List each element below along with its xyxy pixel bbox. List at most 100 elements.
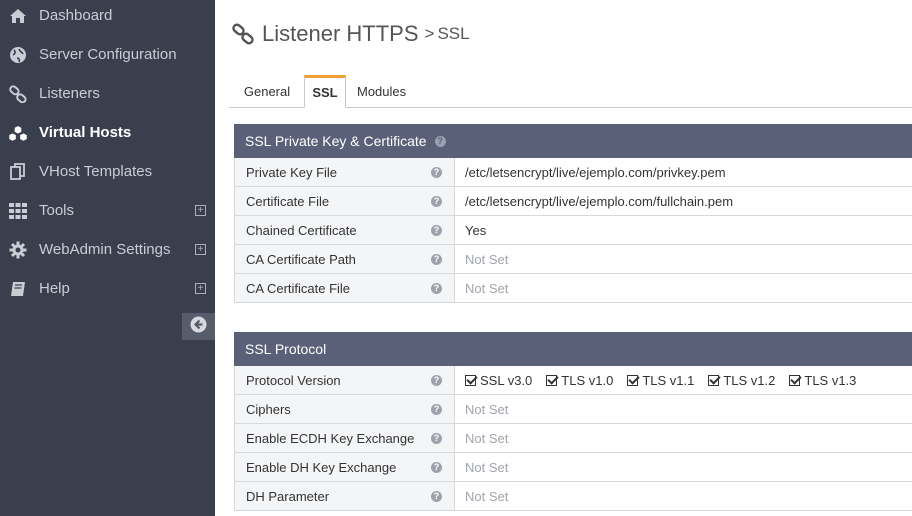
checkbox-checked-icon	[465, 374, 476, 386]
help-icon[interactable]: ?	[431, 166, 442, 178]
help-icon[interactable]: ?	[431, 461, 442, 473]
home-icon	[8, 6, 28, 26]
table-row: Chained Certificate? Yes	[234, 216, 912, 245]
panel-header: SSL Protocol	[234, 332, 912, 366]
ssl-protocol-panel: SSL Protocol Protocol Version? SSL v3.0 …	[234, 332, 912, 511]
sidebar-item-label: Help	[39, 280, 70, 297]
sidebar-item-tools[interactable]: Tools +	[0, 191, 215, 230]
help-icon[interactable]: ?	[431, 253, 442, 265]
sidebar-item-vhost-templates[interactable]: VHost Templates	[0, 152, 215, 191]
table-row: Enable DH Key Exchange? Not Set	[234, 453, 912, 482]
arrow-left-circle-icon	[190, 316, 207, 338]
sidebar: Dashboard Server Configuration Listeners…	[0, 0, 215, 516]
table-row: Certificate File? /etc/letsencrypt/live/…	[234, 187, 912, 216]
sidebar-item-label: VHost Templates	[39, 163, 153, 180]
table-row: Private Key File? /etc/letsencrypt/live/…	[234, 158, 912, 187]
protocol-label: TLS v1.3	[804, 372, 857, 388]
protocol-label: TLS v1.1	[642, 372, 695, 388]
field-label: Ciphers	[246, 401, 291, 417]
field-value: Not Set	[465, 280, 509, 296]
sidebar-item-dashboard[interactable]: Dashboard	[0, 0, 215, 35]
help-icon[interactable]: ?	[431, 224, 442, 236]
expand-icon[interactable]: +	[195, 205, 206, 216]
field-label: DH Parameter	[246, 488, 330, 504]
main-content: Listener HTTPS > SSL General SSL Modules…	[215, 0, 912, 516]
help-icon[interactable]: ?	[431, 403, 442, 415]
sidebar-item-label: Tools	[39, 202, 75, 219]
help-icon[interactable]: ?	[431, 374, 442, 386]
protocol-checkbox: TLS v1.2	[708, 373, 775, 388]
sidebar-item-server-configuration[interactable]: Server Configuration	[0, 35, 215, 74]
link-icon	[8, 84, 28, 104]
tab-general[interactable]: General	[229, 75, 305, 108]
gear-icon	[8, 240, 28, 260]
field-value: Not Set	[465, 459, 509, 475]
protocol-checkbox: TLS v1.1	[627, 373, 694, 388]
table-row: Enable ECDH Key Exchange? Not Set	[234, 424, 912, 453]
tab-bar: General SSL Modules	[229, 75, 912, 108]
sidebar-item-webadmin-settings[interactable]: WebAdmin Settings +	[0, 230, 215, 269]
panel-title: SSL Protocol	[245, 341, 327, 357]
field-value: Not Set	[465, 401, 509, 417]
panel-header: SSL Private Key & Certificate ?	[234, 124, 912, 158]
breadcrumb-separator: >	[424, 24, 435, 43]
tab-ssl[interactable]: SSL	[304, 75, 346, 108]
page-title: Listener HTTPS > SSL	[232, 20, 470, 48]
help-icon[interactable]: ?	[431, 195, 442, 207]
field-label: CA Certificate File	[246, 280, 351, 296]
help-icon[interactable]: ?	[434, 135, 446, 147]
field-label: Chained Certificate	[246, 222, 357, 238]
field-label: Enable ECDH Key Exchange	[246, 430, 415, 446]
protocol-checkbox: TLS v1.0	[546, 373, 613, 388]
page-subtitle: SSL	[437, 24, 470, 43]
checkbox-checked-icon	[708, 374, 720, 386]
field-label: CA Certificate Path	[246, 251, 356, 267]
table-row: DH Parameter? Not Set	[234, 482, 912, 511]
protocol-version-list: SSL v3.0 TLS v1.0 TLS v1.1 TLS v1.2 TLS …	[455, 366, 912, 394]
table-row: Protocol Version? SSL v3.0 TLS v1.0 TLS …	[234, 366, 912, 395]
protocol-checkbox: SSL v3.0	[465, 373, 532, 388]
field-value: Not Set	[465, 488, 509, 504]
sidebar-item-help[interactable]: Help +	[0, 269, 215, 308]
field-value: /etc/letsencrypt/live/ejemplo.com/fullch…	[465, 193, 734, 209]
field-label: Private Key File	[246, 164, 338, 180]
sidebar-item-label: Server Configuration	[39, 46, 177, 63]
field-value: Not Set	[465, 251, 509, 267]
sidebar-item-label: Dashboard	[39, 7, 113, 24]
cubes-icon	[8, 123, 28, 143]
globe-icon	[8, 45, 28, 65]
link-icon	[232, 22, 256, 46]
grid-icon	[8, 201, 28, 221]
help-icon[interactable]: ?	[431, 490, 442, 502]
sidebar-item-label: WebAdmin Settings	[39, 241, 171, 258]
checkbox-checked-icon	[546, 374, 558, 386]
expand-icon[interactable]: +	[195, 283, 206, 294]
sidebar-item-label: Listeners	[39, 85, 100, 102]
sidebar-item-virtual-hosts[interactable]: Virtual Hosts	[0, 113, 215, 152]
protocol-checkbox: TLS v1.3	[789, 373, 856, 388]
field-label: Enable DH Key Exchange	[246, 459, 397, 475]
protocol-label: TLS v1.2	[723, 372, 776, 388]
table-row: CA Certificate Path? Not Set	[234, 245, 912, 274]
table-row: Ciphers? Not Set	[234, 395, 912, 424]
book-icon	[8, 279, 28, 299]
field-value: /etc/letsencrypt/live/ejemplo.com/privke…	[465, 164, 726, 180]
copy-icon	[8, 162, 28, 182]
help-icon[interactable]: ?	[431, 432, 442, 444]
sidebar-collapse-button[interactable]	[182, 313, 215, 340]
field-value: Not Set	[465, 430, 509, 446]
panel-title: SSL Private Key & Certificate	[245, 133, 427, 149]
sidebar-item-label: Virtual Hosts	[39, 124, 132, 141]
expand-icon[interactable]: +	[195, 244, 206, 255]
tab-modules[interactable]: Modules	[357, 75, 439, 108]
page-title-text: Listener HTTPS	[262, 21, 419, 46]
protocol-label: SSL v3.0	[480, 372, 533, 388]
field-label: Certificate File	[246, 193, 330, 209]
help-icon[interactable]: ?	[431, 282, 442, 294]
checkbox-checked-icon	[789, 374, 801, 386]
table-row: CA Certificate File? Not Set	[234, 274, 912, 303]
field-label: Protocol Version	[246, 372, 341, 388]
sidebar-item-listeners[interactable]: Listeners	[0, 74, 215, 113]
checkbox-checked-icon	[627, 374, 639, 386]
protocol-label: TLS v1.0	[561, 372, 614, 388]
